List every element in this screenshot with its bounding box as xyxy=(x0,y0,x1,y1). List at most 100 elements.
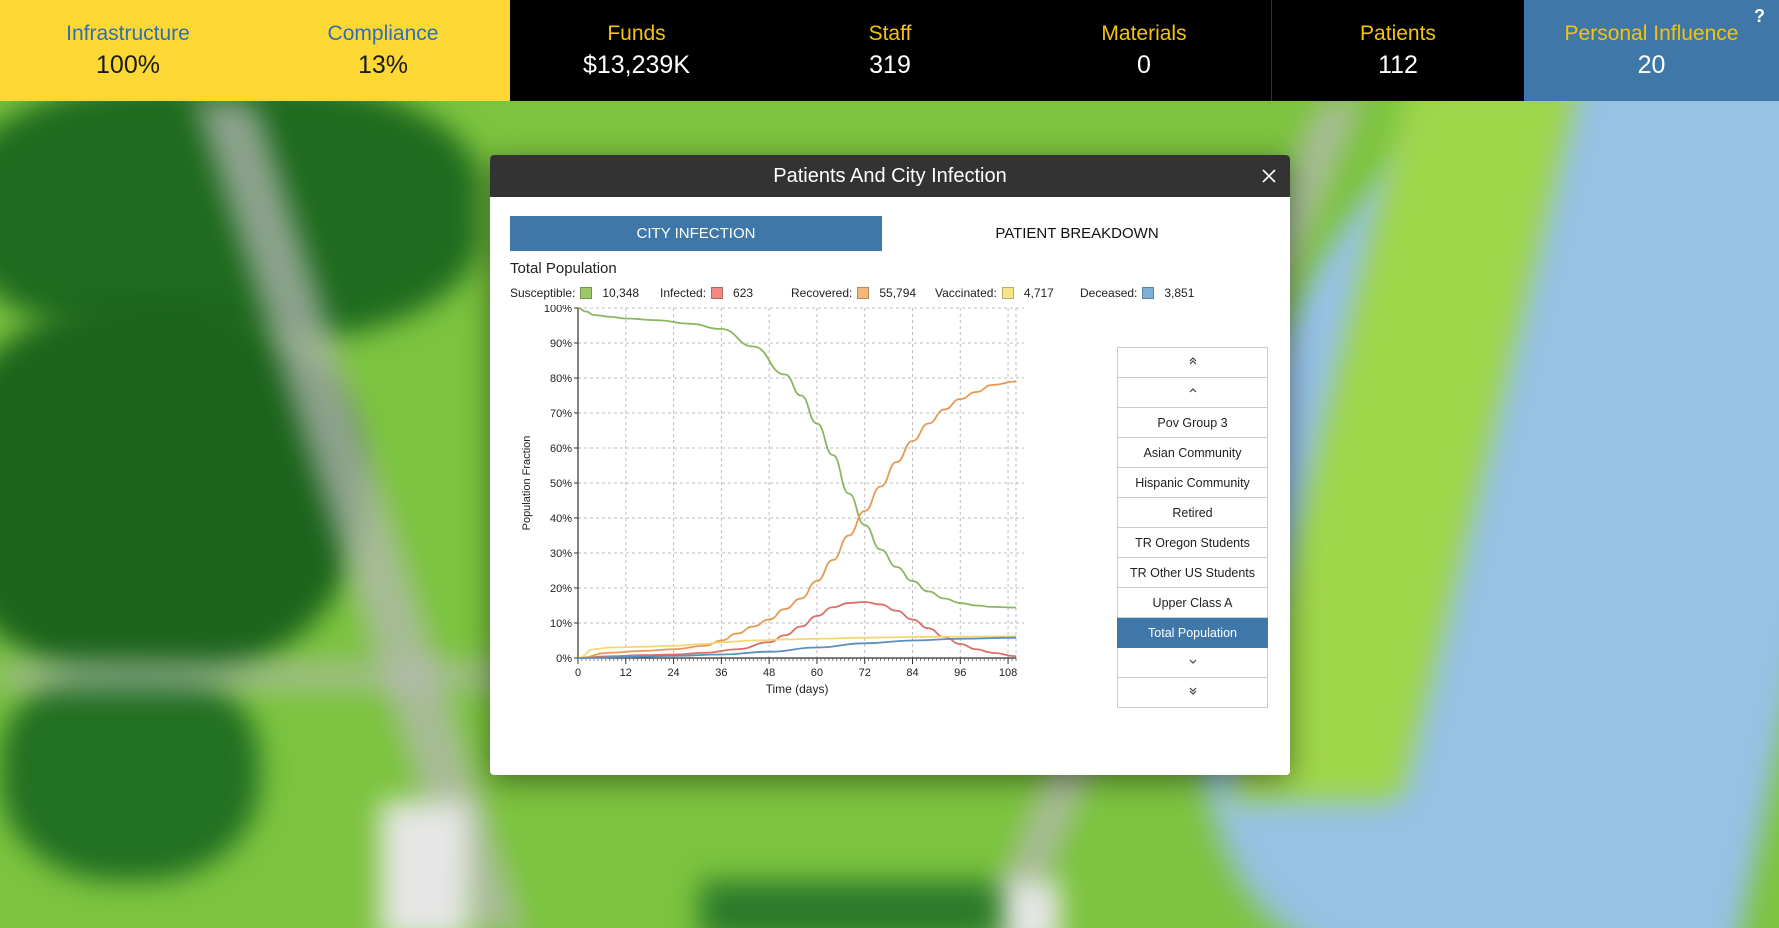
x-tick-label: 108 xyxy=(999,667,1017,679)
stat-staff: Staff 319 xyxy=(763,0,1017,101)
tab-patient-breakdown[interactable]: PATIENT BREAKDOWN xyxy=(882,216,1272,251)
help-button[interactable]: ? xyxy=(1754,6,1765,27)
dialog-title: Patients And City Infection xyxy=(773,165,1007,187)
legend-infected: Infected: 623 xyxy=(660,286,753,300)
scroll-up-button[interactable] xyxy=(1117,378,1268,408)
tab-city-infection[interactable]: CITY INFECTION xyxy=(510,216,882,251)
chevron-up-icon xyxy=(1189,388,1196,393)
stat-label: Funds xyxy=(607,21,666,45)
stat-value: 13% xyxy=(357,50,409,79)
legend-value: 4,717 xyxy=(1023,286,1054,300)
dialog-tabs: CITY INFECTION PATIENT BREAKDOWN xyxy=(510,216,1272,251)
group-item-tr-oregon-students[interactable]: TR Oregon Students xyxy=(1117,528,1268,558)
legend-label: Vaccinated: xyxy=(935,286,997,300)
stat-label: Patients xyxy=(1360,21,1436,45)
legend-value: 10,348 xyxy=(602,286,640,300)
forest-area xyxy=(0,661,260,881)
x-tick-label: 0 xyxy=(575,667,581,679)
legend-recovered: Recovered: 55,794 xyxy=(791,286,916,300)
chart-title: Total Population xyxy=(510,260,617,277)
dialog-header: Patients And City Infection xyxy=(490,155,1290,197)
legend-label: Susceptible: xyxy=(510,286,576,300)
series-line-recovered xyxy=(577,380,1017,659)
x-tick-label: 12 xyxy=(620,667,632,679)
legend-swatch xyxy=(1001,287,1014,299)
group-item-pov-group-3[interactable]: Pov Group 3 xyxy=(1117,408,1268,438)
stat-infrastructure: Infrastructure 100% xyxy=(0,0,256,101)
y-tick-label: 60% xyxy=(550,443,572,455)
group-item-tr-other-us-students[interactable]: TR Other US Students xyxy=(1117,558,1268,588)
patients-city-infection-dialog: Patients And City Infection CITY INFECTI… xyxy=(490,155,1290,775)
y-tick-label: 50% xyxy=(550,478,572,490)
legend-swatch xyxy=(711,287,724,299)
scroll-bottom-button[interactable] xyxy=(1117,678,1268,708)
y-tick-label: 100% xyxy=(544,305,572,315)
legend-value: 3,851 xyxy=(1164,286,1195,300)
legend-swatch xyxy=(580,287,593,299)
legend-deceased: Deceased: 3,851 xyxy=(1080,286,1194,300)
chart-grid xyxy=(578,307,1024,658)
stat-value: $13,239K xyxy=(582,50,691,79)
y-tick-label: 20% xyxy=(550,583,572,595)
legend-susceptible: Susceptible: 10,348 xyxy=(510,286,639,300)
y-tick-label: 40% xyxy=(550,513,572,525)
y-tick-label: 0% xyxy=(556,653,572,665)
stat-value: 112 xyxy=(1378,50,1418,79)
group-item-retired[interactable]: Retired xyxy=(1117,498,1268,528)
x-tick-label: 24 xyxy=(667,667,679,679)
close-icon xyxy=(1262,169,1276,183)
scroll-down-button[interactable] xyxy=(1117,648,1268,678)
stat-value: 319 xyxy=(869,50,911,79)
building xyxy=(380,801,470,928)
group-item-asian-community[interactable]: Asian Community xyxy=(1117,438,1268,468)
x-tick-label: 48 xyxy=(763,667,775,679)
chevron-down-icon xyxy=(1189,659,1196,664)
y-tick-label: 90% xyxy=(550,338,572,350)
group-item-total-population[interactable]: Total Population xyxy=(1117,618,1268,648)
stat-label: Staff xyxy=(868,21,912,45)
stat-funds: Funds $13,239K xyxy=(510,0,763,101)
legend-label: Infected: xyxy=(660,286,707,300)
double-chevron-down-icon xyxy=(1189,687,1196,695)
population-group-list: Pov Group 3 Asian Community Hispanic Com… xyxy=(1117,347,1268,708)
x-tick-label: 60 xyxy=(811,667,823,679)
legend-label: Deceased: xyxy=(1080,286,1138,300)
stat-personal-influence: Personal Influence 20 ? xyxy=(1524,0,1779,101)
stat-value: 100% xyxy=(96,50,160,79)
x-tick-label: 96 xyxy=(954,667,966,679)
population-chart: 0% 10% 20% 30% 40% 50% 60% 70% 80% 90% 100% 0 12 24 36… xyxy=(521,305,1024,696)
stat-label: Materials xyxy=(1101,21,1187,45)
group-item-hispanic-community[interactable]: Hispanic Community xyxy=(1117,468,1268,498)
stat-value: 0 xyxy=(1137,50,1151,79)
close-button[interactable] xyxy=(1258,155,1280,197)
legend-value: 623 xyxy=(733,286,754,300)
legend-vaccinated: Vaccinated: 4,717 xyxy=(935,286,1054,300)
stat-value: 20 xyxy=(1637,50,1666,79)
x-axis-label: Time (days) xyxy=(766,682,829,696)
y-tick-label: 80% xyxy=(550,373,572,385)
y-tick-label: 30% xyxy=(550,548,572,560)
stat-patients: Patients 112 xyxy=(1271,0,1524,101)
stat-materials: Materials 0 xyxy=(1017,0,1271,101)
series-line-susceptible xyxy=(577,307,1017,609)
stat-label: Infrastructure xyxy=(66,21,190,45)
group-item-upper-class-a[interactable]: Upper Class A xyxy=(1117,588,1268,618)
stat-label: Compliance xyxy=(327,21,439,45)
double-chevron-up-icon xyxy=(1189,357,1196,365)
legend-value: 55,794 xyxy=(879,286,917,300)
x-tick-label: 36 xyxy=(715,667,727,679)
building xyxy=(1000,881,1060,928)
y-tick-label: 70% xyxy=(550,408,572,420)
stat-label: Personal Influence xyxy=(1564,21,1739,45)
legend-label: Recovered: xyxy=(791,286,853,300)
stat-compliance: Compliance 13% xyxy=(256,0,510,101)
legend-swatch xyxy=(1142,287,1155,299)
x-tick-label: 84 xyxy=(906,667,918,679)
y-axis-label: Population Fraction xyxy=(521,436,533,531)
stats-bar: Infrastructure 100% Compliance 13% Funds… xyxy=(0,0,1779,101)
scroll-top-button[interactable] xyxy=(1117,347,1268,378)
x-tick-label: 72 xyxy=(859,667,871,679)
legend-swatch xyxy=(857,287,870,299)
y-tick-label: 10% xyxy=(550,618,572,630)
tree-cluster xyxy=(700,881,1000,928)
